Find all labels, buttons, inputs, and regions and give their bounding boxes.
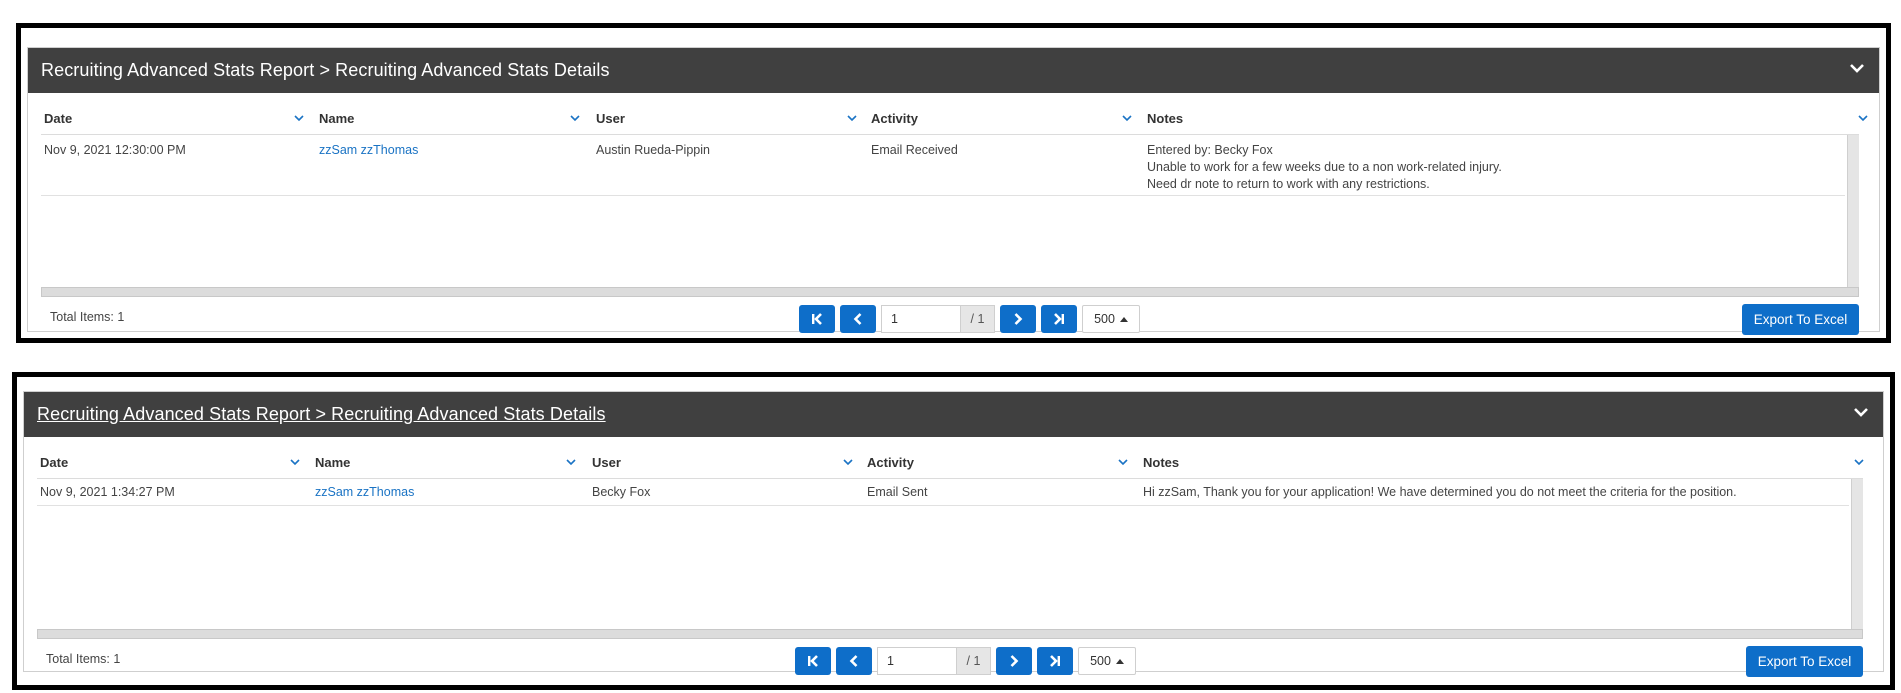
panel-title[interactable]: Recruiting Advanced Stats Report > Recru…: [41, 60, 610, 81]
report-frame-1: Recruiting Advanced Stats Report > Recru…: [16, 23, 1891, 343]
report-frame-2: Recruiting Advanced Stats Report > Recru…: [12, 372, 1895, 690]
report-panel-1: Recruiting Advanced Stats Report > Recru…: [27, 47, 1880, 335]
first-page-button[interactable]: [799, 305, 835, 333]
data-grid: Date Name User Activity Notes Nov 9, 202…: [37, 437, 1865, 506]
page-number-input[interactable]: [878, 648, 956, 674]
page-number-input[interactable]: [882, 306, 960, 332]
name-cell: zzSam zzThomas: [319, 142, 418, 159]
pager: / 1 500: [799, 304, 1140, 334]
first-page-icon: [808, 655, 818, 667]
column-header-activity[interactable]: Activity: [871, 111, 918, 126]
chevron-down-icon[interactable]: [1849, 61, 1865, 75]
next-page-button[interactable]: [1000, 305, 1036, 333]
next-page-icon: [1010, 655, 1019, 667]
page-number-box: / 1: [881, 305, 995, 333]
chevron-down-icon[interactable]: [1121, 113, 1133, 123]
page-size-value: 500: [1094, 312, 1115, 326]
page-size-value: 500: [1090, 654, 1111, 668]
chevron-down-icon[interactable]: [289, 457, 301, 467]
previous-page-icon: [849, 655, 858, 667]
grid-header: Date Name User Activity Notes: [41, 93, 1868, 135]
column-header-name[interactable]: Name: [315, 455, 350, 470]
column-header-notes[interactable]: Notes: [1143, 455, 1179, 470]
page-size-select[interactable]: 500: [1082, 305, 1140, 333]
grid-footer: Total Items: 1 / 1: [24, 636, 1883, 682]
column-header-name[interactable]: Name: [319, 111, 354, 126]
chevron-down-icon[interactable]: [1853, 457, 1865, 467]
name-cell: zzSam zzThomas: [315, 484, 414, 501]
caret-up-icon: [1119, 317, 1128, 322]
next-page-icon: [1014, 313, 1023, 325]
grid-footer: Total Items: 1 / 1: [28, 294, 1879, 340]
vertical-scrollbar[interactable]: [1851, 479, 1863, 629]
column-header-user[interactable]: User: [596, 111, 625, 126]
notes-line: Hi zzSam, Thank you for your application…: [1143, 485, 1737, 499]
pager: / 1 500: [795, 646, 1136, 676]
notes-line: Need dr note to return to work with any …: [1147, 177, 1430, 191]
chevron-down-icon[interactable]: [1857, 113, 1869, 123]
first-page-button[interactable]: [795, 647, 831, 675]
total-items: Total Items: 1: [46, 652, 121, 666]
vertical-scrollbar[interactable]: [1847, 135, 1859, 287]
panel-title[interactable]: Recruiting Advanced Stats Report > Recru…: [37, 404, 606, 425]
date-cell: Nov 9, 2021 12:30:00 PM: [44, 143, 186, 157]
previous-page-icon: [853, 313, 862, 325]
caret-up-icon: [1115, 659, 1124, 664]
user-cell: Austin Rueda-Pippin: [596, 143, 710, 157]
column-header-user[interactable]: User: [592, 455, 621, 470]
page-total: / 1: [956, 648, 990, 674]
page-number-box: / 1: [877, 647, 991, 675]
date-cell: Nov 9, 2021 1:34:27 PM: [40, 485, 175, 499]
page-total: / 1: [960, 306, 994, 332]
first-page-icon: [812, 313, 822, 325]
column-header-date[interactable]: Date: [40, 455, 68, 470]
activity-cell: Email Received: [871, 143, 958, 157]
export-to-excel-button[interactable]: Export To Excel: [1742, 304, 1859, 335]
last-page-icon: [1054, 313, 1064, 325]
user-cell: Becky Fox: [592, 485, 651, 499]
column-header-notes[interactable]: Notes: [1147, 111, 1183, 126]
export-to-excel-button[interactable]: Export To Excel: [1746, 646, 1863, 677]
name-link[interactable]: zzSam zzThomas: [319, 143, 418, 157]
panel-header: Recruiting Advanced Stats Report > Recru…: [24, 392, 1883, 437]
report-panel-2: Recruiting Advanced Stats Report > Recru…: [23, 391, 1884, 677]
chevron-down-icon[interactable]: [1117, 457, 1129, 467]
total-items: Total Items: 1: [50, 310, 125, 324]
chevron-down-icon[interactable]: [846, 113, 858, 123]
data-grid: Date Name User Activity Notes Nov 9, 202…: [41, 93, 1868, 196]
previous-page-button[interactable]: [840, 305, 876, 333]
previous-page-button[interactable]: [836, 647, 872, 675]
chevron-down-icon[interactable]: [569, 113, 581, 123]
chevron-down-icon[interactable]: [842, 457, 854, 467]
panel-header: Recruiting Advanced Stats Report > Recru…: [28, 48, 1879, 93]
table-row[interactable]: Nov 9, 2021 12:30:00 PM zzSam zzThomas A…: [41, 135, 1845, 196]
notes-line: Entered by: Becky Fox: [1147, 143, 1273, 157]
chevron-down-icon[interactable]: [565, 457, 577, 467]
column-header-activity[interactable]: Activity: [867, 455, 914, 470]
next-page-button[interactable]: [996, 647, 1032, 675]
name-link[interactable]: zzSam zzThomas: [315, 485, 414, 499]
notes-cell: Entered by: Becky Fox Unable to work for…: [1147, 142, 1502, 193]
activity-cell: Email Sent: [867, 485, 928, 499]
page-size-select[interactable]: 500: [1078, 647, 1136, 675]
chevron-down-icon[interactable]: [1853, 405, 1869, 419]
grid-header: Date Name User Activity Notes: [37, 437, 1865, 479]
column-header-date[interactable]: Date: [44, 111, 72, 126]
last-page-button[interactable]: [1037, 647, 1073, 675]
last-page-icon: [1050, 655, 1060, 667]
table-row[interactable]: Nov 9, 2021 1:34:27 PM zzSam zzThomas Be…: [37, 479, 1849, 506]
notes-cell: Hi zzSam, Thank you for your application…: [1143, 484, 1737, 501]
last-page-button[interactable]: [1041, 305, 1077, 333]
notes-line: Unable to work for a few weeks due to a …: [1147, 160, 1502, 174]
chevron-down-icon[interactable]: [293, 113, 305, 123]
